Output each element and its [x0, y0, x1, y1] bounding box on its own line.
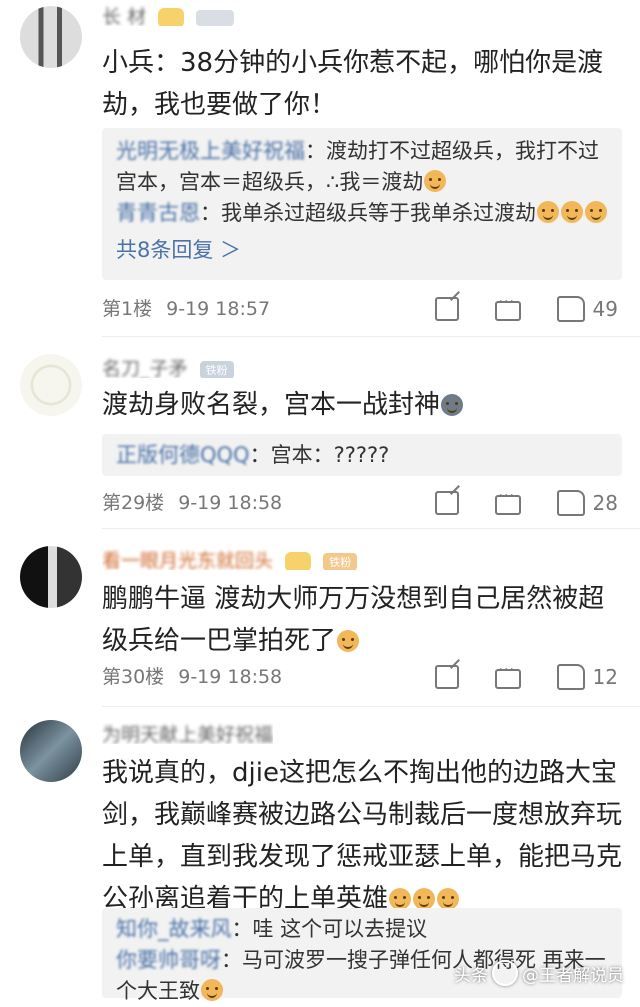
floor-number: 第1楼: [102, 298, 153, 320]
dog-emoji-icon: [437, 888, 460, 910]
share-icon[interactable]: [434, 665, 459, 689]
like-count: 12: [592, 665, 618, 689]
dog-emoji-icon: [424, 170, 447, 192]
like-icon[interactable]: [556, 296, 585, 322]
dog-emoji-icon: [337, 630, 360, 652]
divider: [102, 706, 640, 707]
dog-emoji-icon: [585, 201, 607, 223]
reply-item[interactable]: 知你_故来风：哇 这个可以去提议: [102, 908, 622, 945]
username[interactable]: 长 材: [102, 2, 235, 26]
like-count: 28: [592, 491, 618, 515]
reply-item[interactable]: 正版何德QQQ：宫本：?????: [102, 434, 622, 471]
dog-emoji-icon: [389, 888, 412, 910]
username[interactable]: 为明天献上美好祝福: [102, 720, 273, 744]
dog-emoji-icon: [413, 888, 436, 910]
comment-meta: 第30楼 9-19 18:58: [102, 662, 282, 692]
comment-meta: 第1楼 9-19 18:57: [102, 294, 270, 324]
floor-number: 第30楼: [102, 666, 165, 688]
avatar[interactable]: [20, 546, 82, 608]
avatar[interactable]: [20, 6, 82, 68]
reply-icon[interactable]: [494, 662, 521, 689]
fan-badge: [196, 9, 235, 26]
dog-emoji-icon: [561, 201, 583, 223]
fan-badge: 铁粉: [323, 552, 358, 570]
comment-text: 我说真的，djie这把怎么不掏出他的边路大宝剑，我巅峰赛被边路公马制裁后一度想放…: [102, 758, 623, 914]
username[interactable]: 名刀_子矛 铁粉: [102, 354, 234, 378]
more-replies-link[interactable]: 共8条回复 ＞: [102, 233, 622, 267]
watermark-prefix: 头条: [454, 965, 488, 986]
reply-icon[interactable]: [494, 488, 521, 515]
husky-emoji-icon: [441, 394, 464, 416]
like-icon[interactable]: [556, 664, 585, 690]
comment-text: 鹏鹏牛逼 渡劫大师万万没想到自己居然被超级兵给一巴掌拍死了: [102, 584, 605, 656]
comment-text: 渡劫身败名裂，宫本一战封神: [102, 384, 622, 426]
timestamp: 9-19 18:57: [166, 298, 271, 320]
reply-icon[interactable]: [494, 294, 521, 321]
timestamp: 9-19 18:58: [178, 666, 283, 688]
crown-icon: [285, 551, 312, 570]
account-logo-icon: [492, 960, 518, 986]
reply-item[interactable]: 青青古恩：我单杀过超级兵等于我单杀过渡劫: [102, 198, 622, 229]
crown-icon: [158, 7, 185, 26]
fan-badge: 铁粉: [199, 360, 234, 378]
username[interactable]: 看一眼月光东就回头 铁粉: [102, 546, 358, 570]
reply-box[interactable]: 光明无极上美好祝福：渡劫打不过超级兵，我打不过宫本，宫本＝超级兵，∴我＝渡劫 青…: [102, 128, 622, 280]
dog-emoji-icon: [537, 201, 559, 223]
comment-actions: 12: [399, 662, 618, 692]
comment-actions: 49: [399, 294, 618, 324]
reply-box[interactable]: 正版何德QQQ：宫本：?????: [102, 434, 622, 476]
like-count: 49: [592, 297, 618, 321]
avatar[interactable]: [20, 354, 82, 416]
comment-meta: 第29楼 9-19 18:58: [102, 488, 282, 518]
reply-item[interactable]: 光明无极上美好祝福：渡劫打不过超级兵，我打不过宫本，宫本＝超级兵，∴我＝渡劫: [102, 128, 622, 198]
watermark-name: @王者解说员: [522, 965, 624, 986]
comment-text: 小兵：38分钟的小兵你惹不起，哪怕你是渡劫，我也要做了你！: [102, 48, 604, 120]
share-icon[interactable]: [434, 491, 459, 515]
divider: [102, 528, 640, 529]
watermark: 头条 @王者解说员: [454, 960, 624, 986]
divider: [102, 336, 640, 337]
avatar[interactable]: [20, 720, 82, 782]
comment-actions: 28: [399, 488, 618, 518]
share-icon[interactable]: [434, 297, 459, 321]
floor-number: 第29楼: [102, 492, 165, 514]
timestamp: 9-19 18:58: [178, 492, 283, 514]
like-icon[interactable]: [556, 490, 585, 516]
